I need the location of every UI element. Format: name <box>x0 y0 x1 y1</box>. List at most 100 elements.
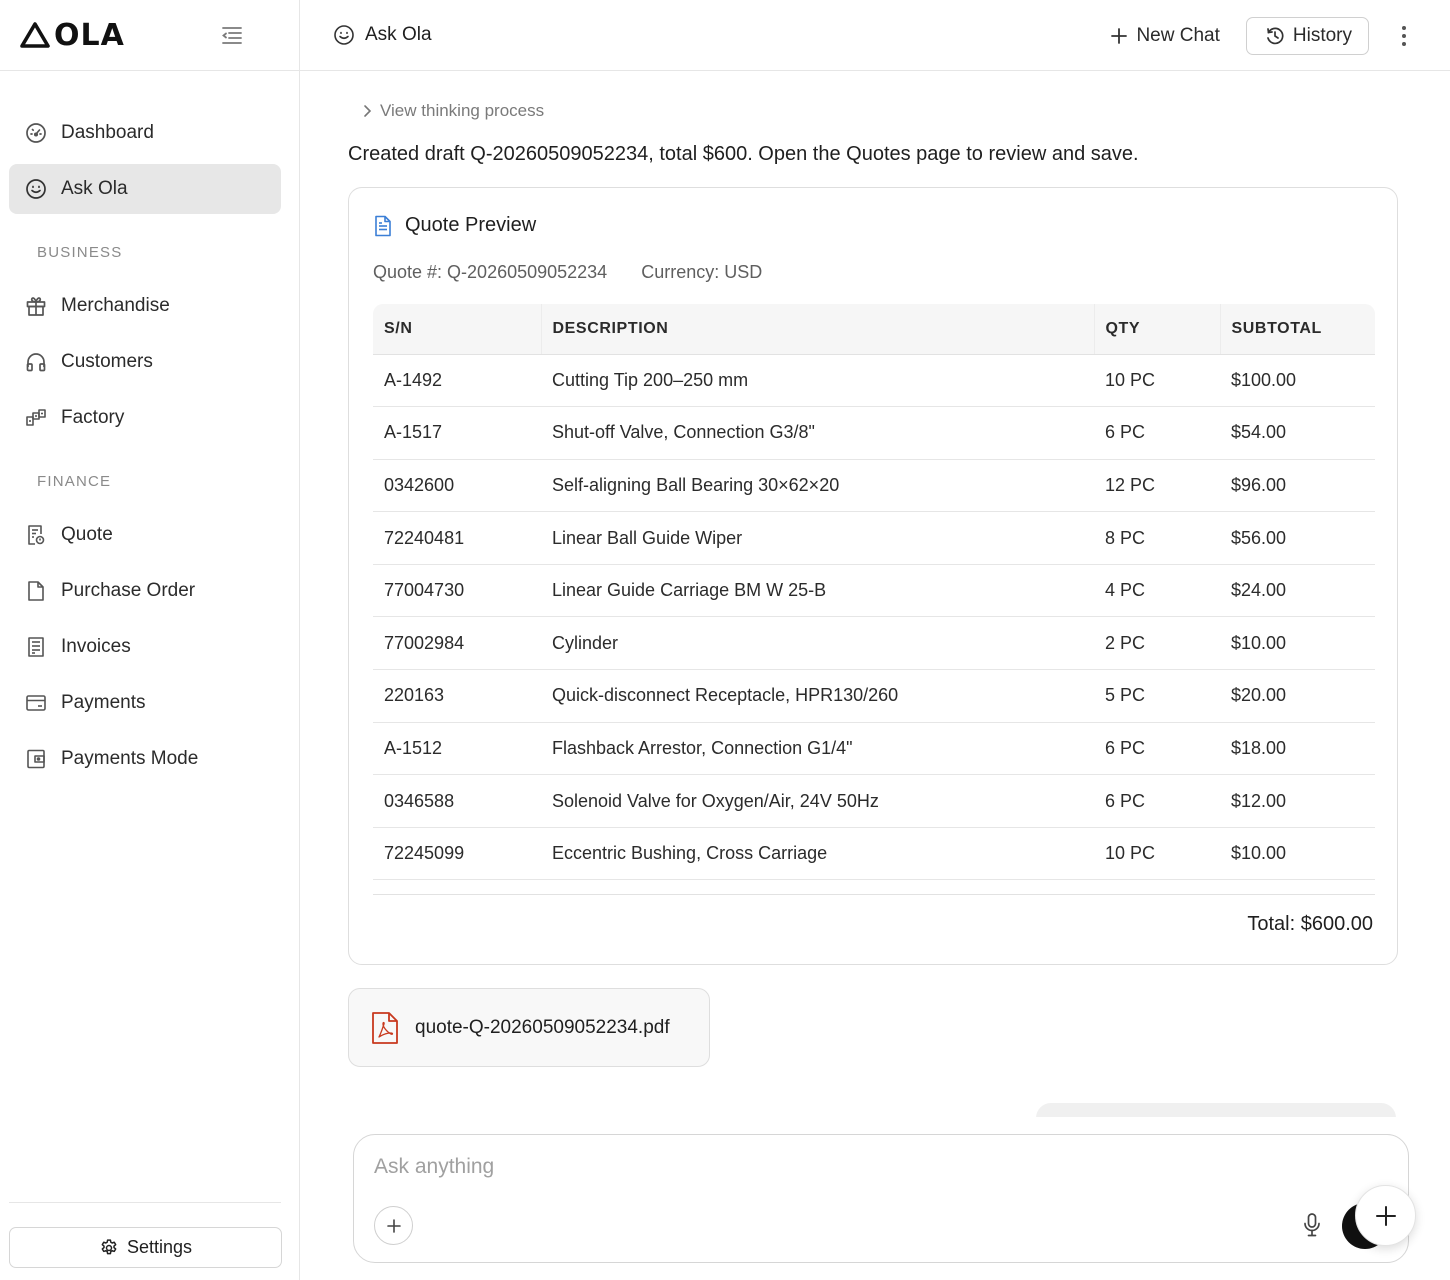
attach-button[interactable] <box>374 1206 413 1245</box>
gift-icon <box>25 295 47 317</box>
factory-icon <box>25 407 47 429</box>
credit-card-icon <box>25 692 47 714</box>
cell-description: Eccentric Bushing, Cross Carriage <box>541 827 1094 881</box>
cell-description: Linear Ball Guide Wiper <box>541 511 1094 565</box>
cell-subtotal: $12.00 <box>1220 774 1375 828</box>
cell-sn: 0342600 <box>373 459 541 513</box>
sidebar-item-merchandise[interactable]: Merchandise <box>9 281 281 331</box>
page-title: Ask Ola <box>333 24 432 46</box>
cell-description: Linear Guide Carriage BM W 25-B <box>541 564 1094 618</box>
table-row: 77002984 Cylinder 2 PC $10.00 <box>373 616 1375 671</box>
history-button[interactable]: History <box>1245 16 1369 55</box>
gear-icon <box>101 1238 117 1254</box>
sidebar-item-payments[interactable]: Payments <box>9 678 281 728</box>
settings-label: Settings <box>126 1237 193 1257</box>
quote-meta: Quote #: Q-20260509052234 Currency: USD <box>373 262 762 283</box>
sidebar-footer: Settings <box>9 1202 282 1268</box>
column-header-qty: QTY <box>1093 304 1220 355</box>
cell-qty: 10 PC <box>1094 827 1220 881</box>
section-heading-business: BUSINESS <box>37 244 123 261</box>
sidebar-item-ask-ola[interactable]: Ask Ola <box>9 164 281 214</box>
table-row: 72240481 Linear Ball Guide Wiper 8 PC $56.0… <box>373 511 1375 565</box>
page-title-text: Ask Ola <box>365 24 432 45</box>
sidebar-item-quote[interactable]: Quote <box>9 510 281 560</box>
view-thinking-label: View thinking process <box>380 101 545 120</box>
new-chat-button[interactable]: New Chat <box>1110 24 1220 47</box>
view-thinking-toggle[interactable]: View thinking process <box>362 101 544 121</box>
headphones-icon <box>25 351 47 373</box>
gauge-icon <box>25 122 47 144</box>
cell-description: Quick-disconnect Receptacle, HPR130/260 <box>541 669 1094 723</box>
cell-qty: 6 PC <box>1094 774 1220 828</box>
quote-number: Quote #: Q-20260509052234 <box>373 262 608 282</box>
microphone-button[interactable] <box>1298 1211 1326 1239</box>
quote-preview-card: Quote Preview Quote #: Q-20260509052234 … <box>348 187 1398 965</box>
cell-qty: 5 PC <box>1094 669 1220 723</box>
sidebar-item-label: Purchase Order <box>61 580 196 601</box>
sidebar-item-label: Customers <box>61 351 153 372</box>
table-row: A-1512 Flashback Arrestor, Connection G1/… <box>373 722 1375 776</box>
smiley-icon <box>25 178 47 200</box>
cell-description: Cylinder <box>541 616 1094 671</box>
logo-triangle-icon <box>20 22 50 48</box>
cell-description: Self-aligning Ball Bearing 30×62×20 <box>541 459 1094 513</box>
table-row: 77004730 Linear Guide Carriage BM W 25-B 4… <box>373 564 1375 618</box>
column-header-sn: S/N <box>373 304 541 355</box>
cell-sn: 0346588 <box>373 774 541 828</box>
quote-total: Total: $600.00 <box>1247 913 1373 935</box>
cell-qty: 6 PC <box>1094 722 1220 776</box>
table-row: A-1517 Shut-off Valve, Connection G3/8" 6 … <box>373 406 1375 460</box>
sidebar: OLA Dashboard Ask Ola BUSINESS Merchandi… <box>0 0 300 1280</box>
settings-button[interactable]: Settings <box>9 1227 282 1268</box>
cell-qty: 6 PC <box>1094 406 1220 460</box>
collapse-sidebar-button[interactable] <box>219 22 245 48</box>
sidebar-item-label: Invoices <box>61 636 131 657</box>
chat-input[interactable] <box>374 1155 1274 1179</box>
table-header-row: S/N DESCRIPTION QTY SUBTOTAL <box>373 304 1375 355</box>
floating-add-button[interactable] <box>1355 1185 1416 1246</box>
pdf-attachment[interactable]: quote-Q-20260509052234.pdf <box>348 988 710 1067</box>
more-options-button[interactable] <box>1391 25 1417 47</box>
cell-description: Flashback Arrestor, Connection G1/4" <box>541 722 1094 776</box>
pdf-attachment-name: quote-Q-20260509052234.pdf <box>415 1016 670 1038</box>
more-vertical-icon <box>1402 25 1406 46</box>
sidebar-item-label: Payments <box>61 692 146 713</box>
cell-qty: 10 PC <box>1094 354 1220 408</box>
cell-description: Solenoid Valve for Oxygen/Air, 24V 50Hz <box>541 774 1094 828</box>
smiley-icon <box>334 25 354 45</box>
logo-row: OLA <box>0 0 299 71</box>
table-row: A-1492 Cutting Tip 200–250 mm 10 PC $100.00 <box>373 354 1375 408</box>
top-header: Ask Ola New Chat History <box>300 0 1450 71</box>
sidebar-item-label: Factory <box>61 407 125 428</box>
cell-description: Shut-off Valve, Connection G3/8" <box>541 406 1094 460</box>
chevron-right-icon <box>364 105 372 117</box>
app-logo[interactable]: OLA <box>20 18 125 53</box>
cell-subtotal: $18.00 <box>1220 722 1375 776</box>
chat-composer <box>353 1134 1409 1263</box>
sidebar-item-purchase-order[interactable]: Purchase Order <box>9 566 281 616</box>
column-header-description: DESCRIPTION <box>540 304 1094 355</box>
plus-icon <box>1111 27 1128 44</box>
cell-qty: 2 PC <box>1094 616 1220 671</box>
sidebar-item-invoices[interactable]: Invoices <box>9 622 281 672</box>
table-row: 72245099 Eccentric Bushing, Cross Carriag… <box>373 827 1375 881</box>
total-divider <box>373 894 1375 895</box>
history-label: History <box>1292 24 1352 46</box>
cell-subtotal: $24.00 <box>1220 564 1375 618</box>
sidebar-item-label: Payments Mode <box>61 748 199 769</box>
new-chat-label: New Chat <box>1136 24 1220 46</box>
quote-preview-title: Quote Preview <box>405 214 537 236</box>
cell-qty: 12 PC <box>1094 459 1220 513</box>
sidebar-item-label: Quote <box>61 524 113 545</box>
document-icon <box>375 215 391 236</box>
microphone-icon <box>1304 1213 1320 1237</box>
cell-sn: 77004730 <box>373 564 541 618</box>
sidebar-item-customers[interactable]: Customers <box>9 337 281 387</box>
section-heading-finance: FINANCE <box>37 473 112 490</box>
quote-currency: Currency: USD <box>641 262 763 282</box>
sidebar-item-factory[interactable]: Factory <box>9 393 281 443</box>
sidebar-item-dashboard[interactable]: Dashboard <box>9 108 281 158</box>
receipt-icon <box>25 636 47 658</box>
sidebar-item-payments-mode[interactable]: Payments Mode <box>9 734 281 784</box>
sidebar-item-label: Merchandise <box>61 295 170 316</box>
